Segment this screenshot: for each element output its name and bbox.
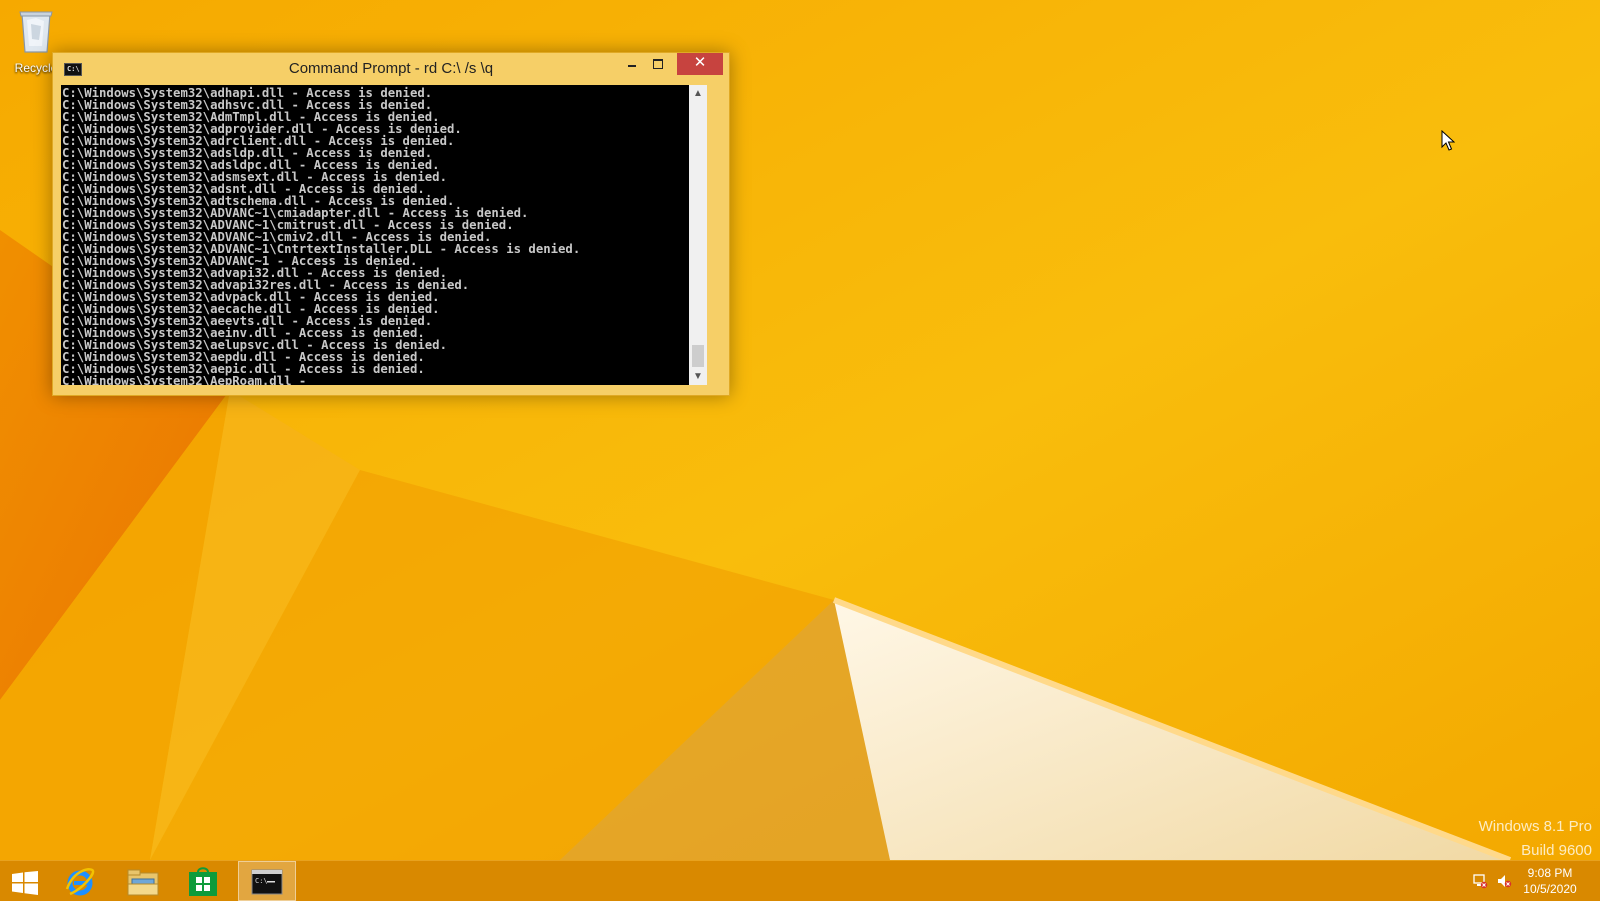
clock-date: 10/5/2020 — [1523, 882, 1577, 896]
minimize-button[interactable] — [619, 53, 645, 75]
scroll-down-icon[interactable]: ▼ — [689, 368, 707, 385]
network-icon[interactable] — [1472, 873, 1488, 889]
maximize-icon — [653, 59, 663, 69]
maximize-button[interactable] — [645, 53, 671, 75]
clock-time: 9:08 PM — [1527, 866, 1573, 880]
start-button[interactable] — [0, 861, 48, 901]
windows-watermark: Windows 8.1 Pro Build 9600 — [1479, 815, 1592, 860]
taskbar-clock[interactable]: 9:08 PM 10/5/2020 — [1520, 865, 1580, 897]
svg-text:C:\: C:\ — [255, 877, 268, 885]
close-icon: ✕ — [693, 54, 707, 71]
taskbar-command-prompt[interactable]: C:\ — [238, 861, 296, 901]
recycle-bin-icon — [19, 11, 53, 53]
minimize-icon — [628, 65, 636, 67]
console-text: C:\Windows\System32\adhapi.dll - Access … — [61, 85, 689, 385]
window-titlebar[interactable]: C:\ Command Prompt - rd C:\ /s \q ✕ — [53, 53, 729, 85]
folder-icon — [127, 869, 159, 896]
mouse-pointer-icon — [1441, 130, 1455, 151]
cmd-icon: C:\ — [251, 869, 283, 895]
taskbar-store[interactable] — [176, 861, 232, 901]
command-prompt-window[interactable]: C:\ Command Prompt - rd C:\ /s \q ✕ C:\W… — [52, 52, 730, 396]
store-icon — [189, 867, 217, 896]
volume-muted-icon[interactable] — [1496, 873, 1512, 889]
close-button[interactable]: ✕ — [677, 53, 723, 75]
desktop: Recycle Windows 8.1 Pro Build 9600 C:\ C… — [0, 0, 1600, 860]
console-line: C:\Windows\System32\AepRoam.dll - — [62, 374, 307, 385]
scroll-thumb[interactable] — [692, 345, 704, 367]
build-text: Build 9600 — [1521, 842, 1592, 859]
console-output[interactable]: C:\Windows\System32\adhapi.dll - Access … — [61, 85, 689, 385]
taskbar-file-explorer[interactable] — [114, 861, 170, 901]
taskbar: C:\ 9:08 PM 10/5/2020 — [0, 860, 1600, 901]
internet-explorer-icon — [65, 868, 95, 896]
scroll-up-icon[interactable]: ▲ — [689, 85, 707, 102]
taskbar-internet-explorer[interactable] — [52, 861, 108, 901]
windows-logo-icon — [12, 871, 38, 895]
edition-text: Windows 8.1 Pro — [1478, 818, 1592, 835]
vertical-scrollbar[interactable]: ▲ ▼ — [689, 85, 707, 385]
